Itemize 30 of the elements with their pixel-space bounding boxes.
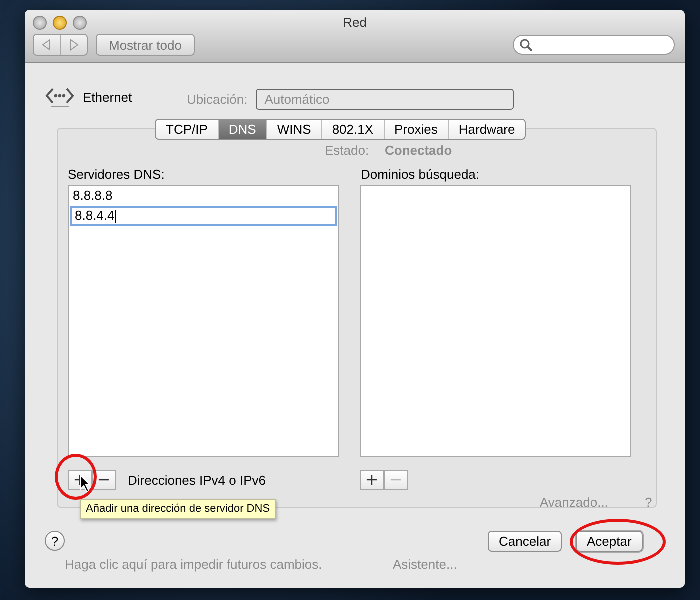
status-label: Estado:	[325, 143, 370, 158]
zoom-button[interactable]	[73, 16, 87, 30]
add-button[interactable]: +	[360, 470, 384, 490]
accept-button[interactable]: Aceptar	[576, 531, 643, 552]
tab[interactable]: Proxies	[384, 120, 448, 139]
minimize-button[interactable]	[53, 16, 67, 30]
window-title: Red	[343, 15, 367, 30]
tab[interactable]: Hardware	[448, 120, 526, 139]
service-name: Ethernet	[83, 90, 132, 104]
cancel-button[interactable]: Cancelar	[488, 531, 562, 552]
tooltip: Añadir una dirección de servidor DNS	[80, 499, 276, 519]
list-label: Dominios búsqueda:	[361, 167, 480, 182]
close-button[interactable]	[33, 16, 47, 30]
hint-text: Direcciones IPv4 o IPv6	[128, 472, 266, 488]
search-field[interactable]	[513, 35, 675, 55]
highlight-circle	[55, 454, 97, 500]
dns-server-list[interactable]: 8.8.8.8 8.8.4.4	[68, 185, 339, 457]
tab[interactable]: 802.1X	[321, 120, 384, 139]
search-icon	[520, 38, 533, 52]
list-row[interactable]: 8.8.8.8	[69, 186, 338, 206]
tab[interactable]: WINS	[266, 120, 322, 139]
list-label: Servidores DNS:	[68, 167, 165, 182]
tab[interactable]: DNS	[218, 120, 266, 139]
help-button[interactable]: ?	[45, 531, 65, 551]
location-label: Ubicación:	[187, 92, 248, 107]
status-value: Conectado	[385, 143, 452, 158]
navigation-buttons[interactable]	[33, 34, 88, 56]
input-field[interactable]: 8.8.4.4	[70, 206, 337, 226]
show-all-button[interactable]: Mostrar todo	[96, 34, 195, 56]
tab[interactable]: TCP/IP	[156, 120, 218, 139]
